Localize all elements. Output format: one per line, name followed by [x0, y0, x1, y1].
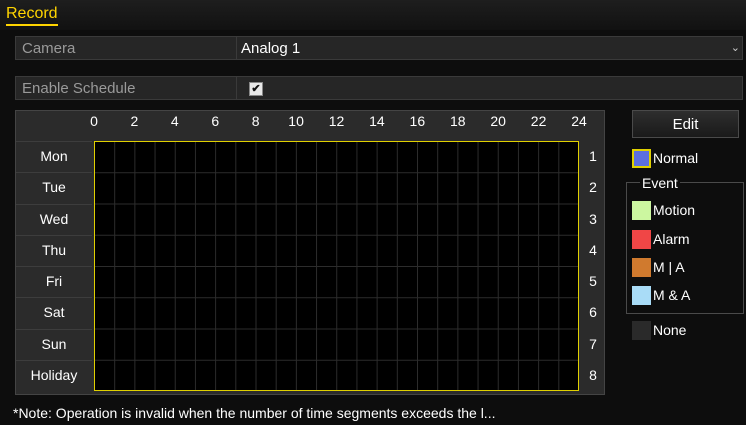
row-number: 3 — [589, 210, 597, 227]
motion-swatch — [632, 201, 651, 220]
row-divider — [16, 141, 92, 142]
enable-schedule-row: Enable Schedule ✔ — [15, 76, 743, 100]
row-number: 2 — [589, 179, 597, 196]
schedule-grid-border — [94, 141, 579, 391]
row-divider — [16, 359, 92, 361]
row-divider — [16, 328, 92, 330]
camera-row: Camera Analog 1 ⌄ — [15, 36, 743, 60]
hour-label: 0 — [90, 113, 98, 129]
m-or-a-swatch — [632, 258, 651, 277]
title-bar: Record — [0, 0, 746, 30]
row-number: 6 — [589, 304, 597, 321]
enable-schedule-value: ✔ — [236, 77, 742, 99]
hour-label: 12 — [328, 113, 345, 129]
camera-select[interactable]: Analog 1 ⌄ — [236, 37, 742, 59]
alarm-label: Alarm — [653, 231, 690, 247]
event-title: Event — [640, 175, 680, 191]
day-label: Sun — [41, 335, 67, 352]
hour-label: 14 — [369, 113, 385, 129]
m-and-a-label: M & A — [653, 287, 691, 303]
row-number: 7 — [589, 335, 597, 352]
row-divider — [16, 297, 92, 299]
page-title[interactable]: Record — [6, 5, 58, 26]
day-label: Sat — [43, 304, 65, 321]
enable-schedule-checkbox[interactable]: ✔ — [249, 82, 263, 96]
row-number: 8 — [589, 366, 597, 383]
day-label: Mon — [40, 148, 68, 164]
day-label: Wed — [39, 210, 69, 227]
camera-value: Analog 1 — [241, 40, 301, 57]
hour-label: 4 — [170, 113, 179, 129]
day-label: Fri — [45, 273, 63, 289]
row-number: 1 — [589, 148, 597, 164]
m-or-a-label: M | A — [653, 259, 685, 275]
hour-label: 24 — [571, 113, 587, 129]
edit-button[interactable]: Edit — [632, 110, 739, 138]
hour-label: 8 — [251, 113, 260, 129]
hour-label: 10 — [288, 113, 304, 129]
hour-label: 18 — [449, 113, 466, 129]
none-label: None — [653, 322, 687, 338]
none-swatch — [632, 321, 651, 340]
hour-label: 16 — [409, 113, 426, 129]
day-label: Thu — [41, 241, 67, 258]
camera-label: Camera — [22, 40, 76, 57]
schedule-panel: 0 2 4 6 8 10 12 14 16 18 20 22 24 Mon Tue Wed Thu Fri Sat… — [15, 110, 605, 395]
hour-label: 2 — [130, 113, 139, 129]
hour-label: 6 — [211, 113, 220, 129]
row-divider — [16, 234, 92, 236]
normal-swatch — [632, 149, 651, 168]
motion-label: Motion — [653, 202, 696, 218]
normal-label: Normal — [653, 150, 699, 166]
row-number: 4 — [589, 241, 597, 258]
alarm-swatch — [632, 230, 651, 249]
row-divider — [16, 266, 92, 267]
m-and-a-swatch — [632, 286, 651, 305]
hour-label: 20 — [490, 113, 506, 129]
hour-label: 22 — [530, 113, 547, 129]
note-text: *Note: Operation is invalid when the num… — [13, 405, 496, 421]
row-divider — [16, 203, 92, 205]
day-label: Holiday — [30, 366, 78, 383]
chevron-down-icon: ⌄ — [730, 42, 740, 54]
row-number: 5 — [589, 273, 597, 289]
enable-schedule-label: Enable Schedule — [22, 80, 136, 97]
row-divider — [16, 172, 92, 174]
day-label: Tue — [42, 179, 66, 196]
